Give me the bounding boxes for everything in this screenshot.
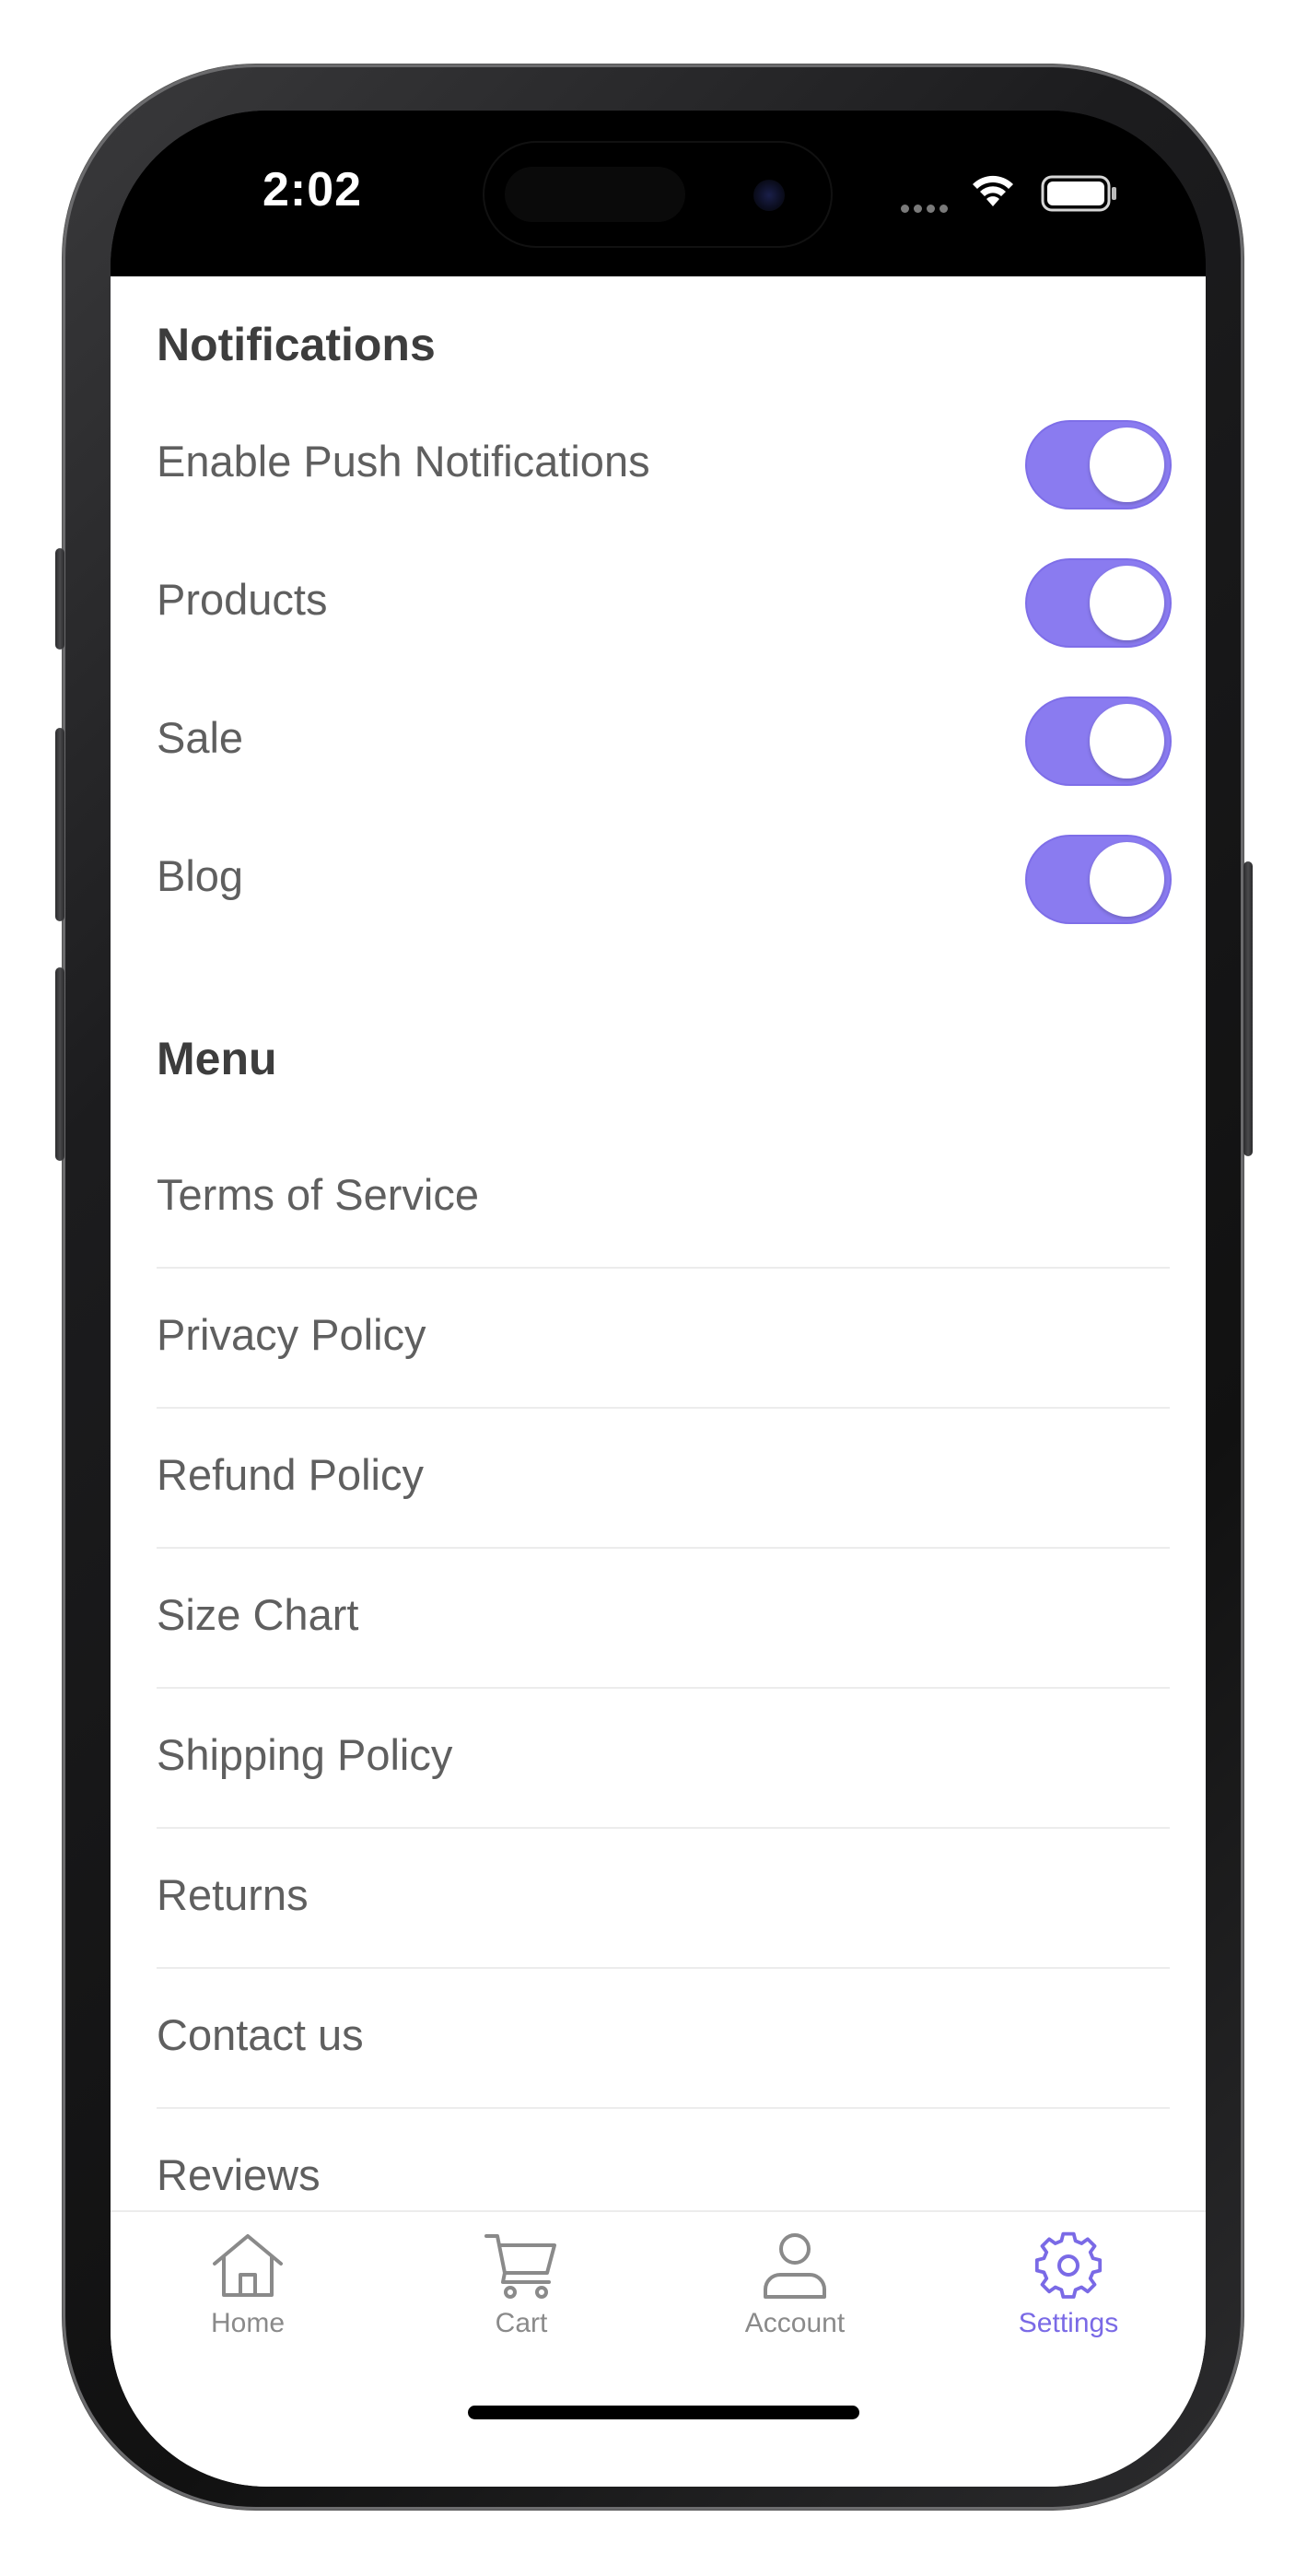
switch-knob bbox=[1090, 842, 1164, 917]
tab-settings[interactable]: Settings bbox=[976, 2231, 1161, 2378]
home-icon bbox=[213, 2234, 283, 2297]
push-notifications-switch[interactable] bbox=[1027, 422, 1170, 508]
menu-title: Menu bbox=[157, 1033, 277, 1084]
tab-label: Cart bbox=[495, 2308, 548, 2338]
battery-icon bbox=[1041, 175, 1116, 212]
switch-knob bbox=[1090, 704, 1164, 779]
menu-item-privacy[interactable]: Privacy Policy bbox=[157, 1269, 1170, 1409]
toggle-row-blog: Blog bbox=[157, 832, 1170, 924]
menu-item-shipping[interactable]: Shipping Policy bbox=[157, 1689, 1170, 1829]
menu-item-returns[interactable]: Returns bbox=[157, 1829, 1170, 1969]
cart-icon bbox=[484, 2234, 556, 2299]
toggle-row-products: Products bbox=[157, 556, 1170, 648]
toggle-row-sale: Sale bbox=[157, 694, 1170, 786]
tab-label: Account bbox=[744, 2308, 846, 2338]
tab-home[interactable]: Home bbox=[156, 2231, 340, 2378]
status-bar: 2:02 bbox=[111, 111, 1206, 276]
switch-knob bbox=[1090, 566, 1164, 640]
menu-item-label: Returns bbox=[157, 1870, 309, 1919]
volume-down-button bbox=[55, 967, 64, 1161]
blog-switch[interactable] bbox=[1027, 837, 1170, 922]
notifications-title: Notifications bbox=[157, 319, 436, 370]
products-switch[interactable] bbox=[1027, 560, 1170, 646]
toggle-label: Products bbox=[157, 575, 328, 624]
front-camera bbox=[753, 180, 785, 211]
menu-item-label: Refund Policy bbox=[157, 1450, 424, 1499]
settings-content: Notifications Enable Push Notifications … bbox=[111, 276, 1206, 2487]
signal-icon bbox=[901, 201, 952, 217]
menu-item-contact[interactable]: Contact us bbox=[157, 1969, 1170, 2109]
action-button bbox=[55, 548, 64, 650]
tab-label: Home bbox=[210, 2308, 286, 2338]
volume-up-button bbox=[55, 728, 64, 921]
power-button bbox=[1243, 861, 1253, 1156]
menu-item-label: Shipping Policy bbox=[157, 1730, 453, 1779]
sale-switch[interactable] bbox=[1027, 698, 1170, 784]
menu-item-label: Size Chart bbox=[157, 1590, 359, 1639]
tab-cart[interactable]: Cart bbox=[429, 2231, 613, 2378]
menu-item-label: Terms of Service bbox=[157, 1170, 479, 1219]
wifi-icon bbox=[973, 175, 1013, 206]
menu-item-label: Privacy Policy bbox=[157, 1310, 426, 1359]
toggle-label: Blog bbox=[157, 851, 244, 900]
island-sensor bbox=[505, 167, 685, 222]
toggle-label: Sale bbox=[157, 713, 244, 762]
status-time: 2:02 bbox=[263, 163, 363, 217]
menu-item-refund[interactable]: Refund Policy bbox=[157, 1409, 1170, 1549]
toggle-row-push: Enable Push Notifications bbox=[157, 417, 1170, 509]
screen: 2:02 Notifications Enable Push Notificat… bbox=[111, 111, 1206, 2487]
menu-item-terms[interactable]: Terms of Service bbox=[157, 1129, 1170, 1269]
tab-bar: Home Cart Account Settings bbox=[111, 2210, 1206, 2487]
switch-knob bbox=[1090, 427, 1164, 502]
settings-icon bbox=[1034, 2231, 1103, 2299]
dynamic-island bbox=[484, 143, 831, 246]
menu-item-label: Reviews bbox=[157, 2150, 321, 2199]
tab-account[interactable]: Account bbox=[703, 2231, 887, 2378]
menu-item-size-chart[interactable]: Size Chart bbox=[157, 1549, 1170, 1689]
home-indicator[interactable] bbox=[468, 2406, 859, 2419]
tab-label: Settings bbox=[1018, 2308, 1119, 2338]
account-icon bbox=[764, 2233, 826, 2299]
menu-item-label: Contact us bbox=[157, 2010, 364, 2059]
toggle-label: Enable Push Notifications bbox=[157, 437, 650, 486]
